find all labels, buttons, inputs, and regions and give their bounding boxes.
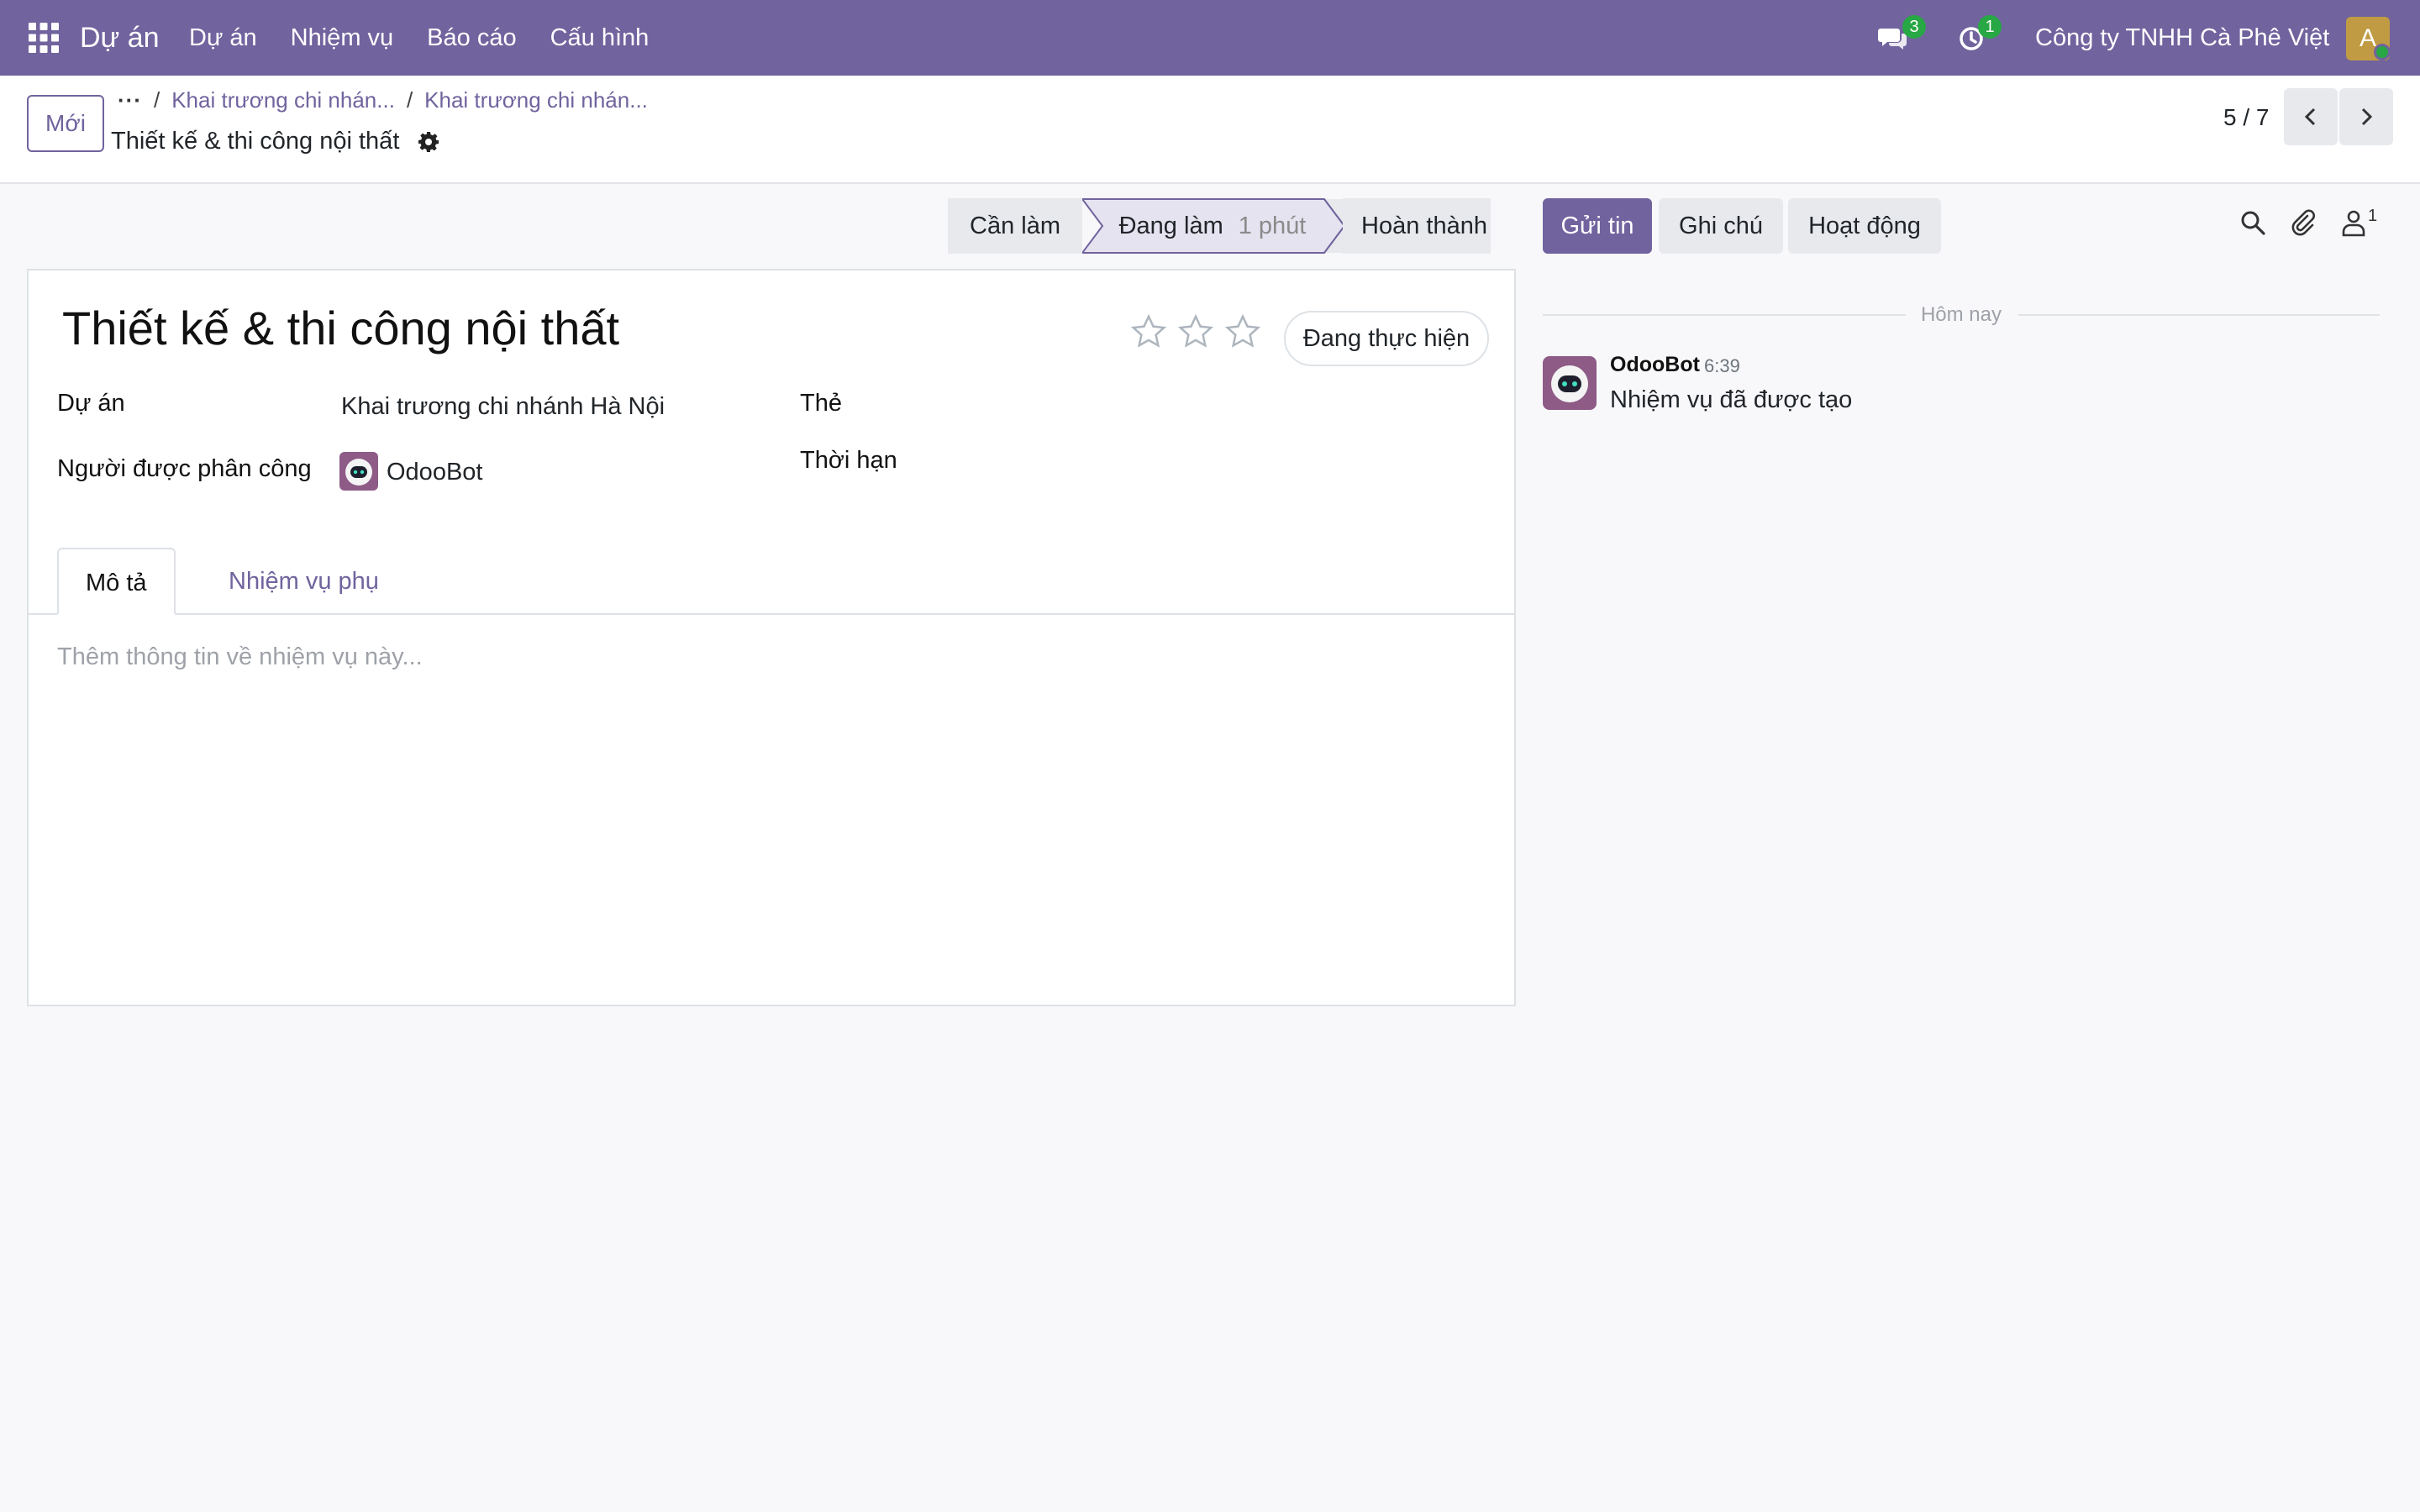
messages-count-badge: 3 bbox=[1902, 15, 1926, 39]
menu-item-configuration[interactable]: Cấu hình bbox=[534, 0, 666, 76]
odoobot-avatar-icon bbox=[1543, 356, 1597, 410]
breadcrumb-separator: / bbox=[153, 87, 160, 113]
activities-button[interactable]: Hoạt động bbox=[1788, 198, 1941, 254]
new-button[interactable]: Mới bbox=[27, 95, 104, 152]
app-name[interactable]: Dự án bbox=[80, 0, 160, 76]
log-note-button[interactable]: Ghi chú bbox=[1659, 198, 1783, 254]
star-icon[interactable] bbox=[1129, 312, 1168, 351]
search-icon[interactable] bbox=[2238, 208, 2267, 237]
star-icon[interactable] bbox=[1176, 312, 1215, 351]
star-icon[interactable] bbox=[1223, 312, 1262, 351]
message-author-avatar[interactable] bbox=[1543, 356, 1597, 410]
message-body: Nhiệm vụ đã được tạo bbox=[1610, 386, 1853, 413]
date-separator: Hôm nay bbox=[1543, 302, 2380, 328]
task-title[interactable]: Thiết kế & thi công nội thất bbox=[62, 301, 619, 355]
messaging-menu[interactable]: 3 bbox=[1877, 0, 1928, 76]
activity-menu[interactable]: 1 bbox=[1958, 0, 2008, 76]
chevron-right-icon bbox=[2361, 108, 2373, 126]
company-switcher[interactable]: Công ty TNHH Cà Phê Việt bbox=[2035, 0, 2329, 76]
project-label: Dự án bbox=[57, 390, 125, 417]
message-time: 6:39 bbox=[1704, 355, 1740, 376]
online-status-icon bbox=[2374, 44, 2391, 60]
breadcrumb: ··· / Khai trương chi nhán... / Khai trương … bbox=[118, 87, 648, 113]
gear-icon[interactable] bbox=[418, 131, 439, 153]
assignee-label: Người được phân công bbox=[57, 455, 312, 482]
task-state-button[interactable]: Đang thực hiện bbox=[1284, 311, 1489, 366]
stage-todo[interactable]: Cần làm bbox=[948, 198, 1082, 254]
send-message-button[interactable]: Gửi tin bbox=[1543, 198, 1652, 254]
description-editor[interactable]: Thêm thông tin về nhiệm vụ này... bbox=[57, 643, 423, 671]
chevron-left-icon bbox=[2304, 108, 2316, 126]
paperclip-icon[interactable] bbox=[2289, 208, 2317, 237]
breadcrumb-item-project[interactable]: Khai trương chi nhán... bbox=[171, 87, 395, 113]
assignee-field[interactable]: OdooBot bbox=[387, 459, 482, 486]
stage-done[interactable]: Hoàn thành bbox=[1343, 198, 1491, 254]
tab-description[interactable]: Mô tả bbox=[57, 548, 176, 615]
menu-item-tasks[interactable]: Nhiệm vụ bbox=[274, 0, 411, 76]
menu-item-reporting[interactable]: Báo cáo bbox=[410, 0, 533, 76]
deadline-label: Thời hạn bbox=[800, 447, 897, 474]
apps-grid-icon[interactable] bbox=[29, 23, 59, 53]
stage-in-progress[interactable]: Đang làm 1 phút bbox=[1082, 198, 1343, 254]
activities-count-badge: 1 bbox=[1978, 15, 2002, 39]
main-menu: Dự án Nhiệm vụ Báo cáo Cấu hình bbox=[172, 0, 666, 76]
tags-label: Thẻ bbox=[800, 390, 842, 417]
breadcrumb-item-tasks[interactable]: Khai trương chi nhán... bbox=[424, 87, 648, 113]
pager-value[interactable]: 5 / 7 bbox=[2223, 104, 2269, 131]
tab-subtasks[interactable]: Nhiệm vụ phụ bbox=[202, 548, 406, 615]
current-record-name: Thiết kế & thi công nội thất bbox=[111, 128, 400, 155]
pager-previous-button[interactable] bbox=[2284, 88, 2338, 145]
control-panel: Mới ··· / Khai trương chi nhán... / Khai trư… bbox=[0, 76, 2420, 184]
menu-item-projects[interactable]: Dự án bbox=[172, 0, 274, 76]
task-form-sheet: Thiết kế & thi công nội thất Đang thực h… bbox=[27, 269, 1516, 1006]
stage-todo-label: Cần làm bbox=[970, 213, 1060, 239]
stage-in-progress-label: Đang làm bbox=[1118, 213, 1223, 239]
followers-icon[interactable] bbox=[2341, 208, 2366, 237]
followers-count: 1 bbox=[2368, 207, 2378, 225]
breadcrumb-separator: / bbox=[406, 87, 413, 113]
current-record-title: Thiết kế & thi công nội thất bbox=[111, 128, 439, 155]
message-author[interactable]: OdooBot bbox=[1610, 353, 1700, 377]
pager-next-button[interactable] bbox=[2339, 88, 2393, 145]
project-field[interactable]: Khai trương chi nhánh Hà Nội bbox=[341, 393, 665, 421]
breadcrumb-more-button[interactable]: ··· bbox=[118, 87, 142, 113]
stage-duration: 1 phút bbox=[1238, 213, 1307, 239]
date-separator-label: Hôm nay bbox=[1920, 303, 2002, 326]
priority-stars bbox=[1129, 312, 1270, 351]
top-navbar: Dự án Dự án Nhiệm vụ Báo cáo Cấu hình 3 … bbox=[0, 0, 2420, 76]
stage-done-label: Hoàn thành bbox=[1361, 213, 1487, 239]
odoobot-avatar-icon bbox=[339, 452, 378, 491]
assignee-avatar bbox=[339, 452, 378, 491]
